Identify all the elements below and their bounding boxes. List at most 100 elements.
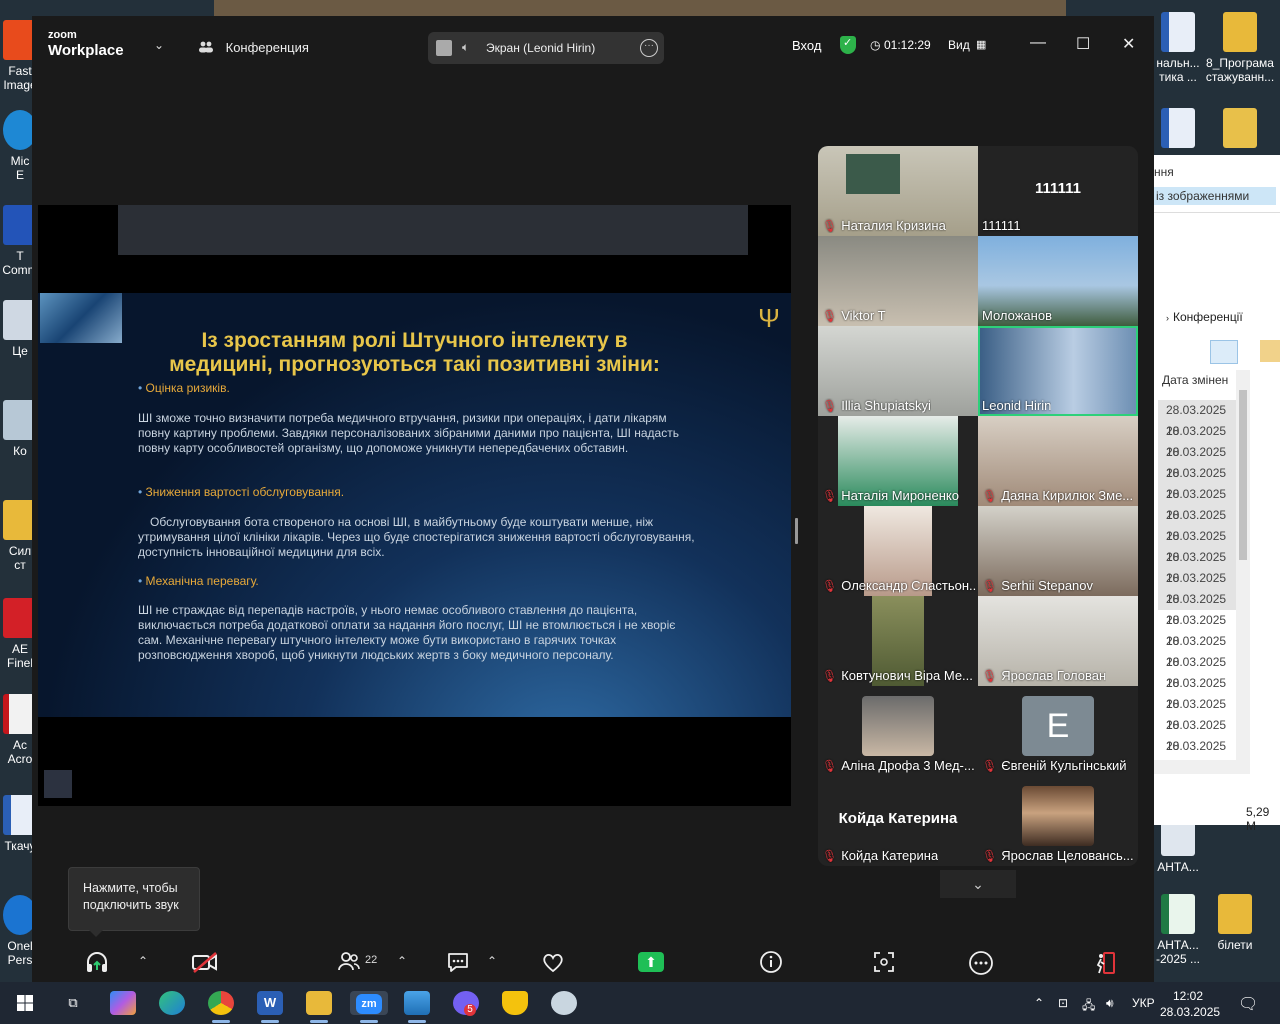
- participant-tile[interactable]: 🎙︎ Ярослав Голован: [978, 596, 1138, 686]
- file-row[interactable]: 28.03.2025 10: [1158, 421, 1238, 459]
- photos-taskbar-icon[interactable]: [404, 991, 430, 1015]
- more-options-icon[interactable]: ···: [640, 39, 658, 57]
- edge-taskbar-icon[interactable]: [159, 991, 185, 1015]
- participant-tile[interactable]: Койда Катерина 🎙︎ Койда Катерина: [818, 776, 978, 866]
- unmute-audio-tooltip: Нажмите, чтобы подключить звук: [68, 867, 200, 937]
- participants-button[interactable]: [334, 950, 364, 976]
- column-header-date-modified[interactable]: Дата змінен: [1162, 373, 1228, 387]
- desktop-icon-antar-xls[interactable]: АНТА... -2025 ...: [1148, 894, 1208, 966]
- encryption-shield-icon[interactable]: [840, 36, 856, 54]
- start-button[interactable]: [12, 991, 38, 1015]
- gallery-scroll-down-button[interactable]: ⌄: [940, 870, 1016, 898]
- word-taskbar-icon[interactable]: W: [257, 991, 283, 1015]
- participant-tile[interactable]: 🎙︎ Serhii Stepanov: [978, 506, 1138, 596]
- file-row[interactable]: 28.03.2025 10: [1158, 673, 1238, 711]
- leave-meeting-button[interactable]: [1090, 950, 1120, 976]
- explorer-horizontal-scrollbar[interactable]: [1150, 760, 1250, 774]
- explorer-scrollbar[interactable]: [1236, 370, 1250, 760]
- participant-tile[interactable]: 🎙︎ Наталія Мироненко: [818, 416, 978, 506]
- chevron-down-icon[interactable]: ⌄: [154, 38, 164, 52]
- participant-tile[interactable]: 🎙︎ Даяна Кирилюк Зме...: [978, 416, 1138, 506]
- notification-center-icon[interactable]: 🗨︎: [1238, 994, 1258, 1014]
- details-view-icon[interactable]: [1210, 340, 1238, 364]
- desktop-icon-doc-right1[interactable]: нальн... тика ...: [1148, 12, 1208, 84]
- apps-button[interactable]: [869, 950, 899, 976]
- participants-caret-icon[interactable]: ⌃: [397, 954, 407, 968]
- file-row[interactable]: 28.03.2025 10: [1158, 715, 1238, 753]
- close-icon[interactable]: ✕: [1122, 34, 1135, 54]
- file-row[interactable]: 28.03.2025 10: [1158, 547, 1238, 585]
- file-row[interactable]: 28.03.2025 10: [1158, 442, 1238, 480]
- desk-label: Це: [12, 344, 28, 358]
- file-row[interactable]: 28.03.2025 10: [1158, 736, 1238, 774]
- view-button[interactable]: Вид: [948, 38, 970, 52]
- sign-in-button[interactable]: Вход: [792, 38, 821, 53]
- file-row[interactable]: 28.03.2025 10: [1158, 589, 1238, 627]
- file-row[interactable]: 28.03.2025 10: [1158, 631, 1238, 669]
- system-clock[interactable]: 12:02 28.03.2025: [1160, 988, 1220, 1020]
- participant-tile[interactable]: 111111 111111: [978, 146, 1138, 236]
- scroll-thumb[interactable]: [1239, 390, 1247, 560]
- participant-name: 🎙︎ Ярослав Голован: [982, 668, 1106, 683]
- explorer-folder-name[interactable]: › Конференції: [1166, 310, 1243, 324]
- mic-muted-icon: 🎙︎: [982, 579, 998, 593]
- participant-tile[interactable]: 🎙︎ Ковтунович Віра Ме...: [818, 596, 978, 686]
- file-row[interactable]: 28.03.2025 10: [1158, 610, 1238, 648]
- file-row[interactable]: 28.03.2025 10: [1158, 484, 1238, 522]
- chat-caret-icon[interactable]: ⌃: [487, 954, 497, 968]
- file-row[interactable]: 28.03.2025 10: [1158, 568, 1238, 606]
- participant-tile-active-speaker[interactable]: Leonid Hirin: [978, 326, 1138, 416]
- file-row[interactable]: 28.03.2025 10: [1158, 526, 1238, 564]
- file-row[interactable]: 28.03.2025 10: [1158, 694, 1238, 732]
- participant-tile[interactable]: Моложанов: [978, 236, 1138, 326]
- participant-tile[interactable]: 🎙︎ Viktor T: [818, 236, 978, 326]
- volume-icon[interactable]: 🔊︎: [1106, 996, 1114, 1011]
- grid-view-icon[interactable]: ▦: [976, 38, 986, 51]
- join-audio-button[interactable]: [82, 950, 112, 976]
- share-screen-button[interactable]: ⬆: [638, 952, 664, 972]
- file-row[interactable]: 28.03.2025 10: [1158, 652, 1238, 690]
- participant-tile[interactable]: 🎙︎ Аліна Дрофа 3 Мед-...: [818, 686, 978, 776]
- file-row[interactable]: 28.03.2025 10: [1158, 463, 1238, 501]
- file-row[interactable]: 28.03.2025 10: [1158, 400, 1238, 438]
- participant-tile[interactable]: 🎙︎ Наталия Кризина: [818, 146, 978, 236]
- participant-tile[interactable]: E 🎙︎ Євгеній Кульгінський: [978, 686, 1138, 776]
- participant-tile[interactable]: 🎙︎ Ярослав Целовансь...: [978, 776, 1138, 866]
- usb-device-icon[interactable]: ⊡: [1058, 996, 1068, 1010]
- ribbon-option-images[interactable]: із зображеннями: [1154, 187, 1276, 205]
- reactions-button[interactable]: [538, 950, 568, 976]
- start-video-button[interactable]: [190, 950, 220, 976]
- participant-name-text: Олександр Сластьон...: [841, 578, 976, 593]
- meeting-info-button[interactable]: Конференция: [198, 40, 309, 55]
- desktop-icon-programa[interactable]: 8_Програма стажуванн...: [1202, 12, 1278, 84]
- audio-options-caret-icon[interactable]: ⌃: [138, 954, 148, 968]
- info-button[interactable]: [756, 950, 786, 976]
- screen-share-pill[interactable]: 🔈︎ Экран (Leonid Hirin) ···: [428, 32, 664, 64]
- desktop-icon-shortcut-right[interactable]: [1210, 108, 1270, 152]
- show-hidden-icons-chevron[interactable]: ⌃: [1034, 996, 1044, 1010]
- desktop-icon-bileti[interactable]: білети: [1210, 894, 1260, 952]
- chat-button[interactable]: [443, 950, 473, 976]
- copilot-taskbar-icon[interactable]: [110, 991, 136, 1015]
- zoom-taskbar-button[interactable]: zm: [350, 991, 388, 1015]
- task-view-button[interactable]: ⧉: [60, 991, 86, 1015]
- file-explorer-taskbar-icon[interactable]: [306, 991, 332, 1015]
- paint-taskbar-icon[interactable]: [551, 991, 577, 1015]
- slide-title: Із зростанням ролі Штучного інтелекту в …: [38, 329, 791, 377]
- participant-photo: [1022, 786, 1094, 846]
- minimize-icon[interactable]: —: [1030, 34, 1046, 52]
- more-button[interactable]: [966, 950, 996, 976]
- language-indicator[interactable]: УКР: [1132, 996, 1155, 1010]
- chrome-taskbar-icon[interactable]: [208, 991, 234, 1015]
- participant-tile[interactable]: 🎙︎ Олександр Сластьон...: [818, 506, 978, 596]
- network-icon[interactable]: 🖧︎: [1082, 996, 1095, 1017]
- file-row[interactable]: 28.03.2025 10: [1158, 505, 1238, 543]
- notification-bell-taskbar-icon[interactable]: [502, 991, 528, 1015]
- running-indicator: [212, 1020, 230, 1023]
- desktop-icon-antar-partial[interactable]: АНТА...: [1148, 822, 1208, 874]
- panel-resize-handle[interactable]: [795, 518, 798, 544]
- maximize-icon[interactable]: ☐: [1076, 34, 1090, 54]
- desktop-icon-doc-right2[interactable]: [1148, 108, 1208, 152]
- preview-pane-icon[interactable]: [1260, 340, 1280, 362]
- participant-tile[interactable]: 🎙︎ Illia Shupiatskyi: [818, 326, 978, 416]
